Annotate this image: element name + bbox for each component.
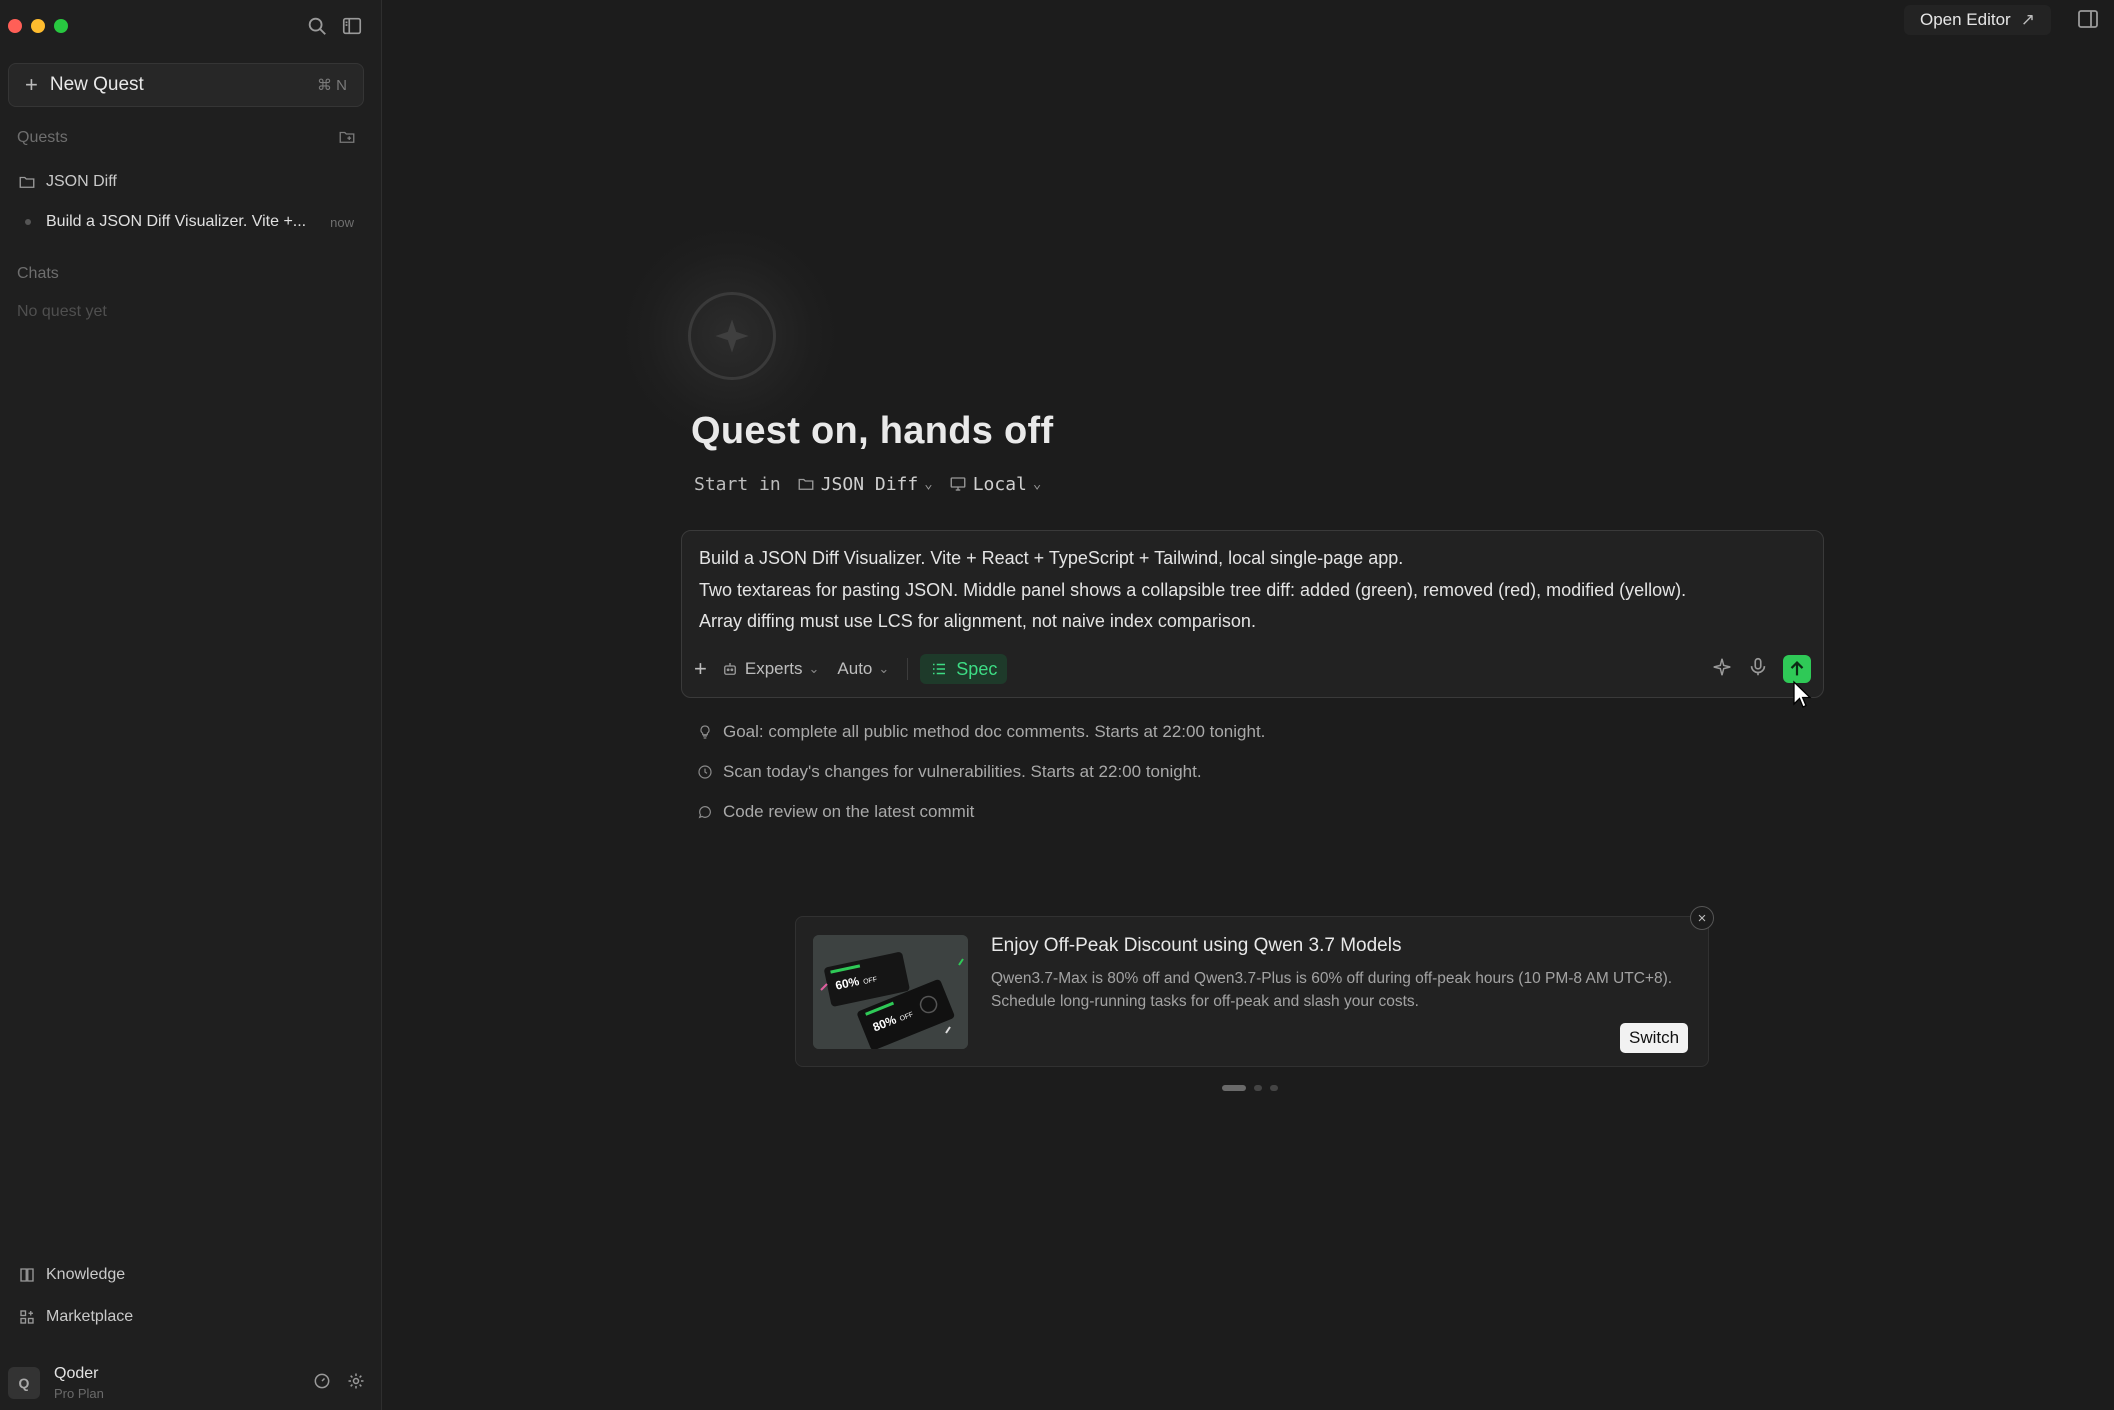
qoder-logo-icon xyxy=(688,292,776,380)
sidebar-item-marketplace[interactable]: Marketplace xyxy=(0,1299,382,1335)
chat-icon xyxy=(698,806,711,819)
mouse-cursor-icon xyxy=(1793,680,1812,708)
user-plan: Pro Plan xyxy=(54,1386,104,1401)
spec-label: Spec xyxy=(956,658,998,679)
suggestion-item[interactable]: Scan today's changes for vulnerabilities… xyxy=(697,758,1202,786)
quest-title: Build a JSON Diff Visualizer. Vite +... xyxy=(46,213,307,230)
user-name: Qoder xyxy=(54,1365,99,1382)
promo-title: Enjoy Off-Peak Discount using Qwen 3.7 M… xyxy=(991,935,1402,956)
prompt-input[interactable]: Build a JSON Diff Visualizer. Vite + Rea… xyxy=(699,543,1809,638)
lightbulb-icon xyxy=(700,725,710,739)
environment-selector[interactable]: Local ⌄ xyxy=(949,473,1042,495)
carousel-dot[interactable] xyxy=(1222,1085,1246,1091)
new-folder-icon[interactable] xyxy=(338,128,356,146)
mode-dropdown[interactable]: Auto ⌄ xyxy=(837,659,889,679)
new-quest-shortcut: ⌘ N xyxy=(317,77,347,94)
promo-image: 60% OFF 80% OFF xyxy=(813,935,968,1049)
promo-card: 60% OFF 80% OFF Enjoy Off-Peak Discount … xyxy=(795,906,1714,1067)
experts-label: Experts xyxy=(744,659,803,678)
sidebar: + New Quest ⌘ N Quests JSON Diff Build a… xyxy=(0,0,382,1410)
carousel-dot[interactable] xyxy=(1270,1085,1278,1091)
close-window-button[interactable] xyxy=(8,19,22,33)
project-selector[interactable]: JSON Diff ⌄ xyxy=(797,474,933,495)
clock-icon xyxy=(698,765,712,779)
project-selector-label: JSON Diff xyxy=(820,473,919,495)
add-attachment-button[interactable]: + xyxy=(694,656,707,682)
carousel-indicator xyxy=(1222,1085,1278,1091)
composer-toolbar: + Experts ⌄ Auto ⌄ Spec xyxy=(694,653,1811,685)
toolbar-divider xyxy=(907,658,909,680)
suggestion-item[interactable]: Code review on the latest commit xyxy=(697,798,974,826)
sidebar-item-json-diff[interactable]: JSON Diff xyxy=(0,164,382,200)
new-quest-button[interactable]: + New Quest ⌘ N xyxy=(8,63,364,107)
book-icon xyxy=(18,1266,36,1284)
open-editor-label: Open Editor xyxy=(1920,10,2011,29)
mode-label: Auto xyxy=(837,659,873,678)
user-profile[interactable]: Q Qoder Pro Plan xyxy=(0,1356,382,1410)
sidebar-item-knowledge[interactable]: Knowledge xyxy=(0,1257,382,1293)
quest-status-dot xyxy=(25,219,31,225)
chevron-down-icon: ⌄ xyxy=(878,661,890,676)
experts-dropdown[interactable]: Experts ⌄ xyxy=(721,659,820,679)
avatar: Q xyxy=(8,1367,40,1399)
send-button[interactable] xyxy=(1783,655,1811,683)
grid-plus-icon xyxy=(18,1308,36,1326)
sparkle-enhance-icon[interactable] xyxy=(1711,656,1733,683)
new-quest-label: New Quest xyxy=(49,74,144,95)
quest-time: now xyxy=(330,214,354,230)
zoom-window-button[interactable] xyxy=(54,19,68,33)
environment-selector-label: Local xyxy=(972,473,1027,495)
monitor-icon xyxy=(950,477,966,491)
quests-header: Quests xyxy=(17,129,68,146)
usage-gauge-icon[interactable] xyxy=(312,1371,332,1396)
suggestion-text: Scan today's changes for vulnerabilities… xyxy=(723,762,1202,781)
sidebar-item-quest[interactable]: Build a JSON Diff Visualizer. Vite +... … xyxy=(0,204,382,240)
marketplace-label: Marketplace xyxy=(46,1308,134,1325)
minimize-window-button[interactable] xyxy=(31,19,45,33)
chevron-down-icon: ⌄ xyxy=(924,476,933,492)
prompt-composer[interactable]: Build a JSON Diff Visualizer. Vite + Rea… xyxy=(681,530,1824,698)
chats-header: Chats xyxy=(17,265,59,282)
chats-empty-text: No quest yet xyxy=(17,303,107,320)
sidebar-toggle-icon[interactable] xyxy=(341,15,363,37)
prompt-line: Two textareas for pasting JSON. Middle p… xyxy=(699,579,1687,600)
knowledge-label: Knowledge xyxy=(46,1266,126,1283)
chevron-down-icon: ⌄ xyxy=(808,661,820,676)
robot-icon xyxy=(723,663,736,675)
suggestion-item[interactable]: Goal: complete all public method doc com… xyxy=(697,718,1265,746)
suggestion-text: Code review on the latest commit xyxy=(723,802,975,821)
arrow-up-right-icon: ↗ xyxy=(2020,10,2035,29)
settings-gear-icon[interactable] xyxy=(346,1371,366,1396)
start-in-row: Start in JSON Diff ⌄ Local ⌄ xyxy=(694,470,1041,498)
chevron-down-icon: ⌄ xyxy=(1032,476,1042,492)
project-label: JSON Diff xyxy=(46,173,117,190)
folder-icon xyxy=(798,478,814,490)
open-editor-button[interactable]: Open Editor ↗ xyxy=(1904,5,2051,35)
switch-button[interactable]: Switch xyxy=(1620,1023,1689,1053)
spec-toggle-button[interactable]: Spec xyxy=(920,654,1008,684)
panel-toggle-icon[interactable] xyxy=(2076,7,2100,31)
start-in-label: Start in xyxy=(694,473,781,495)
folder-icon xyxy=(18,173,36,191)
carousel-dot[interactable] xyxy=(1254,1085,1262,1091)
suggestion-text: Goal: complete all public method doc com… xyxy=(723,722,1266,741)
prompt-line: Build a JSON Diff Visualizer. Vite + Rea… xyxy=(699,548,1404,568)
plus-icon: + xyxy=(25,72,38,97)
promo-body: Qwen3.7-Max is 80% off and Qwen3.7-Plus … xyxy=(991,970,1673,1010)
checklist-icon xyxy=(933,663,946,675)
page-title: Quest on, hands off xyxy=(691,410,1054,452)
close-icon[interactable]: × xyxy=(1690,906,1714,930)
microphone-icon[interactable] xyxy=(1747,656,1769,683)
search-icon[interactable] xyxy=(306,15,328,37)
app-window: + New Quest ⌘ N Quests JSON Diff Build a… xyxy=(0,0,2114,1410)
prompt-line: Array diffing must use LCS for alignment… xyxy=(699,611,1256,631)
arrow-up-icon xyxy=(1790,661,1804,676)
